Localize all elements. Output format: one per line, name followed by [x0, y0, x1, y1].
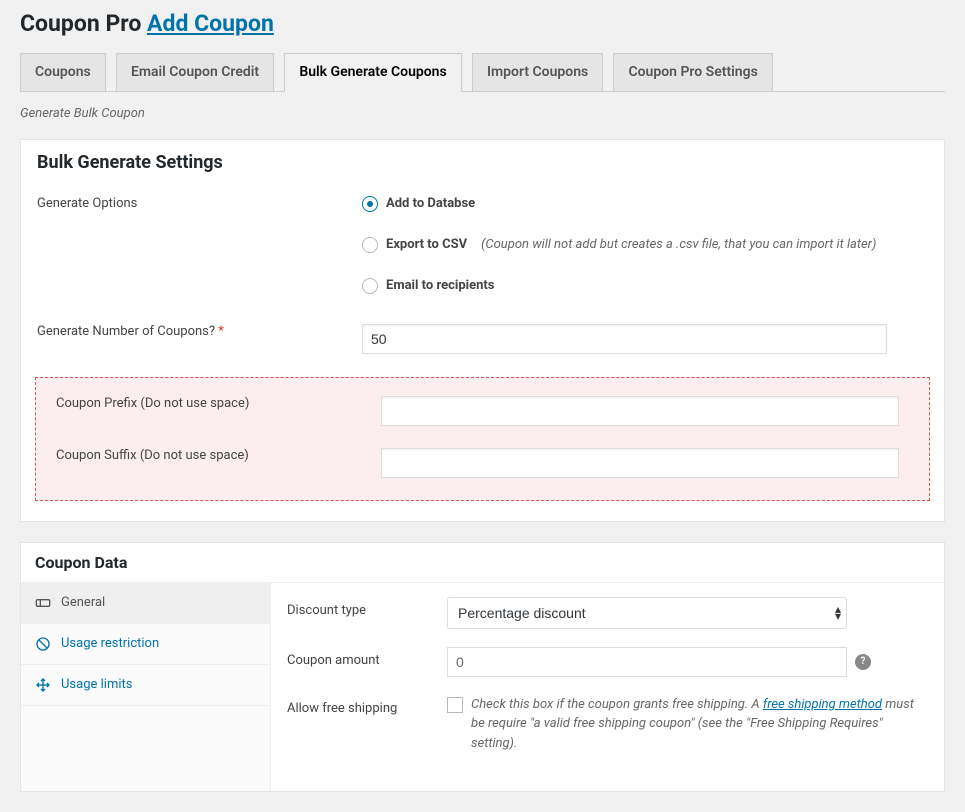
sidebar-item-label: Usage limits: [61, 677, 132, 692]
radio-hint: (Coupon will not add but creates a .csv …: [481, 237, 876, 252]
coupon-amount-label: Coupon amount: [287, 647, 447, 668]
coupon-prefix-label: Coupon Prefix (Do not use space): [36, 378, 361, 444]
tab-bar: Coupons Email Coupon Credit Bulk Generat…: [20, 43, 945, 92]
prefix-suffix-box: Coupon Prefix (Do not use space) Coupon …: [35, 377, 930, 501]
discount-type-select[interactable]: [447, 597, 847, 629]
sidebar-item-general[interactable]: General: [21, 583, 270, 624]
free-shipping-checkbox[interactable]: [447, 697, 463, 713]
radio-icon: [362, 196, 378, 212]
free-shipping-method-link[interactable]: free shipping method: [763, 697, 882, 712]
coupon-data-title: Coupon Data: [35, 553, 930, 572]
radio-label: Export to CSV: [386, 237, 467, 252]
generate-options-label: Generate Options: [21, 181, 346, 309]
radio-export-csv[interactable]: Export to CSV (Coupon will not add but c…: [362, 237, 928, 253]
radio-icon: [362, 237, 378, 253]
num-coupons-label: Generate Number of Coupons? *: [21, 309, 346, 369]
page-title: Coupon Pro Add Coupon: [20, 0, 945, 43]
tab-bulk-generate[interactable]: Bulk Generate Coupons: [284, 53, 461, 92]
coupon-data-panel: Coupon Data General: [20, 542, 945, 793]
coupon-prefix-input[interactable]: [381, 396, 899, 426]
move-icon: [35, 677, 51, 693]
coupon-data-sidebar: General Usage restriction: [21, 583, 271, 792]
tab-email-coupon-credit[interactable]: Email Coupon Credit: [116, 53, 274, 91]
coupon-suffix-input[interactable]: [381, 448, 899, 478]
add-coupon-link[interactable]: Add Coupon: [147, 10, 274, 37]
bulk-settings-panel: Bulk Generate Settings Generate Options …: [20, 139, 945, 522]
free-shipping-description: Check this box if the coupon grants free…: [471, 695, 928, 754]
sidebar-item-usage-restriction[interactable]: Usage restriction: [21, 624, 270, 665]
radio-label: Add to Databse: [386, 196, 475, 211]
page-title-prefix: Coupon Pro: [20, 10, 141, 37]
ticket-icon: [35, 595, 51, 611]
help-icon[interactable]: ?: [855, 654, 871, 670]
tab-coupon-pro-settings[interactable]: Coupon Pro Settings: [613, 53, 772, 91]
radio-icon: [362, 278, 378, 294]
bulk-settings-title: Bulk Generate Settings: [37, 152, 928, 173]
free-shipping-label: Allow free shipping: [287, 695, 447, 716]
coupon-suffix-label: Coupon Suffix (Do not use space): [36, 444, 361, 500]
radio-add-to-database[interactable]: Add to Databse: [362, 196, 928, 212]
sidebar-item-label: General: [61, 595, 105, 610]
radio-label: Email to recipients: [386, 278, 494, 293]
sidebar-item-label: Usage restriction: [61, 636, 159, 651]
tab-coupons[interactable]: Coupons: [20, 53, 106, 91]
sidebar-item-usage-limits[interactable]: Usage limits: [21, 665, 270, 706]
ban-icon: [35, 636, 51, 652]
subtitle: Generate Bulk Coupon: [20, 106, 945, 121]
discount-type-label: Discount type: [287, 597, 447, 618]
num-coupons-input[interactable]: [362, 324, 887, 354]
tab-import-coupons[interactable]: Import Coupons: [472, 53, 603, 91]
coupon-data-main: Discount type ▴▾ Coupon amount ?: [271, 583, 944, 792]
radio-email-recipients[interactable]: Email to recipients: [362, 278, 928, 294]
coupon-amount-input[interactable]: [447, 647, 847, 677]
